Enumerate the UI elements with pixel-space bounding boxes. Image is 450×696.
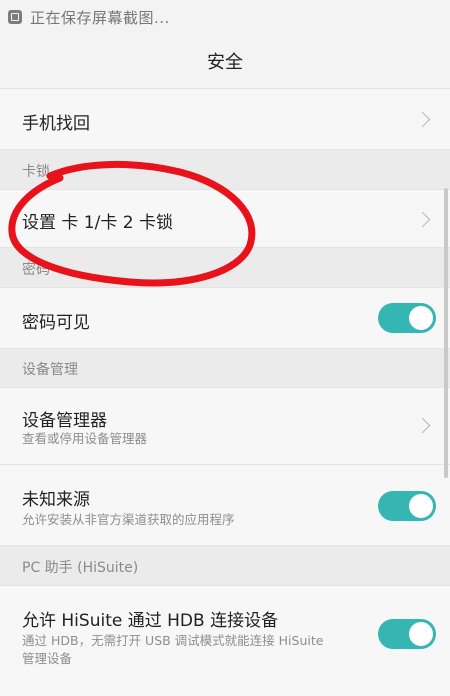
status-bar: 正在保存屏幕截图... — [0, 0, 450, 34]
device-admin-description: 查看或停用设备管理器 — [22, 431, 148, 446]
hisuite-hdb-description-line1: 通过 HDB，无需打开 USB 调试模式就能连接 HiSuite — [22, 633, 324, 648]
unknown-sources-toggle[interactable] — [378, 491, 436, 521]
section-device-management: 设备管理 — [0, 348, 450, 387]
find-phone-row[interactable]: 手机找回 — [0, 88, 450, 149]
settings-list: 手机找回 卡锁 设置 卡 1/卡 2 卡锁 密码 密码可见 设备管理 设备管理器… — [0, 88, 450, 696]
title-bar: 安全 — [0, 34, 450, 88]
unknown-sources-description: 允许安装从非官方渠道获取的应用程序 — [22, 512, 235, 527]
hisuite-hdb-row[interactable]: 允许 HiSuite 通过 HDB 连接设备 通过 HDB，无需打开 USB 调… — [0, 585, 450, 696]
chevron-right-icon — [414, 417, 431, 434]
toggle-knob — [409, 494, 433, 518]
device-admin-row[interactable]: 设备管理器 查看或停用设备管理器 — [0, 387, 450, 464]
sim-lock-row[interactable]: 设置 卡 1/卡 2 卡锁 — [0, 189, 450, 247]
device-admin-label: 设备管理器 — [22, 411, 107, 431]
hisuite-hdb-label: 允许 HiSuite 通过 HDB 连接设备 — [22, 611, 279, 631]
sim-lock-label: 设置 卡 1/卡 2 卡锁 — [22, 213, 173, 233]
chevron-right-icon — [414, 211, 431, 228]
section-sim-lock-label: 卡锁 — [22, 164, 50, 180]
unknown-sources-row[interactable]: 未知来源 允许安装从非官方渠道获取的应用程序 — [0, 464, 450, 545]
gallery-icon — [8, 10, 22, 24]
section-password: 密码 — [0, 247, 450, 287]
password-visible-row[interactable]: 密码可见 — [0, 287, 450, 348]
section-hisuite-label: PC 助手 (HiSuite) — [22, 560, 139, 576]
unknown-sources-label: 未知来源 — [22, 490, 90, 510]
password-visible-label: 密码可见 — [22, 313, 90, 333]
chevron-right-icon — [414, 111, 431, 128]
hisuite-hdb-toggle[interactable] — [378, 619, 436, 649]
hisuite-hdb-description-line2: 管理设备 — [22, 651, 73, 666]
toggle-knob — [409, 306, 433, 330]
scrollbar[interactable] — [444, 188, 448, 478]
section-device-management-label: 设备管理 — [22, 362, 78, 378]
page-title: 安全 — [207, 52, 243, 73]
find-phone-label: 手机找回 — [22, 114, 90, 134]
password-visible-toggle[interactable] — [378, 303, 436, 333]
section-password-label: 密码 — [22, 262, 50, 278]
section-hisuite: PC 助手 (HiSuite) — [0, 545, 450, 585]
status-text: 正在保存屏幕截图... — [30, 8, 170, 27]
toggle-knob — [409, 622, 433, 646]
section-sim-lock: 卡锁 — [0, 149, 450, 189]
